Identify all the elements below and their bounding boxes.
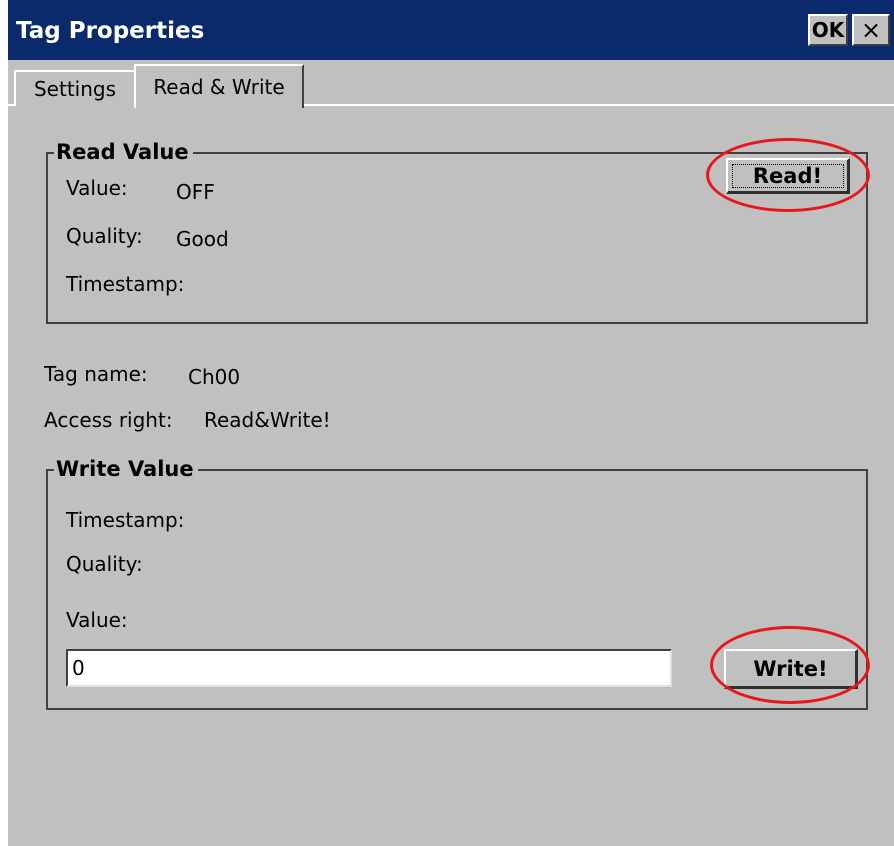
tab-settings[interactable]: Settings bbox=[14, 70, 136, 106]
read-value-label: Value: bbox=[66, 176, 128, 200]
read-quality-label: Quality: bbox=[66, 224, 143, 248]
write-value-group-title: Write Value bbox=[54, 457, 198, 481]
tag-name-label: Tag name: bbox=[44, 362, 148, 386]
write-value-label: Value: bbox=[66, 608, 128, 632]
write-button[interactable]: Write! bbox=[724, 649, 858, 689]
close-icon[interactable]: × bbox=[852, 14, 890, 46]
tab-read-write[interactable]: Read & Write bbox=[134, 64, 304, 108]
read-timestamp-label: Timestamp: bbox=[66, 272, 185, 296]
access-right-value: Read&Write! bbox=[204, 408, 331, 432]
write-quality-label: Quality: bbox=[66, 552, 143, 576]
write-value-input[interactable] bbox=[66, 649, 672, 687]
access-right-label: Access right: bbox=[44, 408, 173, 432]
ok-button[interactable]: OK bbox=[808, 14, 848, 46]
window-title: Tag Properties bbox=[16, 18, 205, 44]
read-value-text: OFF bbox=[176, 180, 215, 204]
tag-properties-window: Tag Properties OK × Settings Read & Writ… bbox=[8, 0, 894, 846]
tag-name-value: Ch00 bbox=[188, 365, 241, 389]
write-timestamp-label: Timestamp: bbox=[66, 508, 185, 532]
title-bar: Tag Properties OK × bbox=[8, 0, 894, 60]
read-quality-text: Good bbox=[176, 227, 229, 251]
read-button[interactable]: Read! bbox=[726, 158, 850, 194]
read-value-group-title: Read Value bbox=[54, 140, 193, 164]
